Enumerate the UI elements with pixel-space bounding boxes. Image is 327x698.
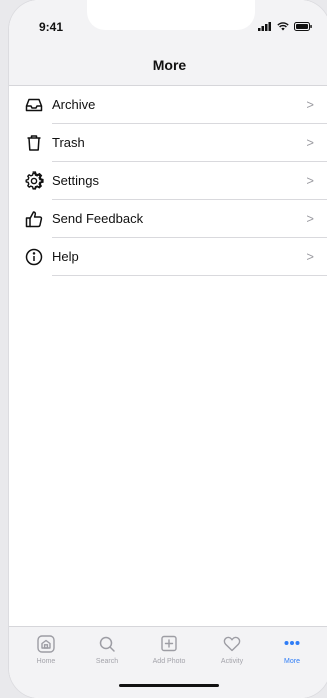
thumbs-up-icon <box>24 209 44 229</box>
chevron-right-icon: > <box>306 97 314 112</box>
status-bar: 9:41 <box>9 0 327 46</box>
tab-label: Add Photo <box>152 658 186 665</box>
menu-item-label: Help <box>52 249 79 264</box>
chevron-right-icon: > <box>306 135 314 150</box>
gear-icon <box>24 171 44 191</box>
home-icon <box>16 633 76 655</box>
wifi-icon <box>277 18 289 36</box>
menu-item-send-feedback[interactable]: Send Feedback > <box>9 200 327 238</box>
menu-item-trash[interactable]: Trash > <box>9 124 327 162</box>
tab-label: More <box>284 658 300 665</box>
archive-icon <box>24 95 44 115</box>
tab-label: Home <box>36 658 56 665</box>
menu-item-settings[interactable]: Settings > <box>9 162 327 200</box>
menu-item-archive[interactable]: Archive > <box>9 86 327 124</box>
tab-home[interactable]: Home <box>16 633 76 665</box>
heart-icon <box>202 633 262 655</box>
menu-item-label: Send Feedback <box>52 211 144 226</box>
tab-bar: Home Search Add Photo Activity More <box>9 626 327 698</box>
tab-search[interactable]: Search <box>77 633 137 665</box>
page-title: More <box>152 57 187 73</box>
tab-add-photo[interactable]: Add Photo <box>139 633 199 665</box>
signal-icon <box>258 18 272 36</box>
more-icon <box>262 633 322 655</box>
info-icon <box>24 247 44 267</box>
battery-icon <box>294 18 312 36</box>
tab-activity[interactable]: Activity <box>202 633 262 665</box>
status-time: 9:41 <box>39 20 64 34</box>
phone-screen: 9:41 More Archive > Trash > Settings > S… <box>9 0 327 698</box>
search-icon <box>77 633 137 655</box>
chevron-right-icon: > <box>306 173 314 188</box>
home-indicator[interactable] <box>119 684 219 687</box>
status-icons <box>258 18 312 36</box>
more-menu-list: Archive > Trash > Settings > Send Feedba… <box>9 86 327 276</box>
tab-label: Activity <box>220 658 244 665</box>
trash-icon <box>24 133 44 153</box>
menu-item-label: Archive <box>52 97 96 112</box>
divider <box>52 275 327 276</box>
tab-more[interactable]: More <box>262 633 322 665</box>
chevron-right-icon: > <box>306 211 314 226</box>
menu-item-label: Trash <box>52 135 85 150</box>
tab-label: Search <box>95 658 119 665</box>
navigation-bar: More <box>9 46 327 86</box>
chevron-right-icon: > <box>306 249 314 264</box>
menu-item-help[interactable]: Help > <box>9 238 327 276</box>
notch <box>87 0 255 30</box>
add-photo-icon <box>139 633 199 655</box>
menu-item-label: Settings <box>52 173 99 188</box>
